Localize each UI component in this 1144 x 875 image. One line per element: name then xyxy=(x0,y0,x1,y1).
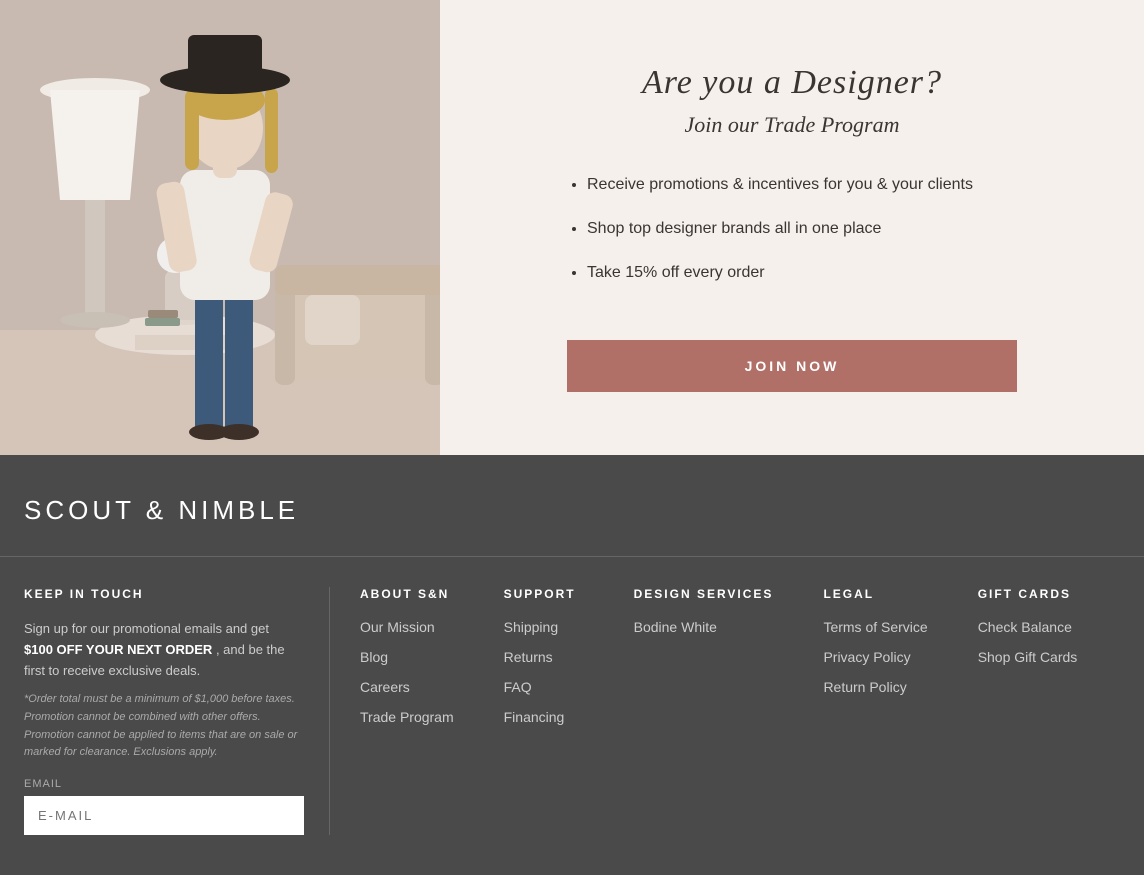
support-link-2[interactable]: FAQ xyxy=(504,679,584,695)
keep-in-touch-text1: Sign up for our promotional emails and g… xyxy=(24,621,269,636)
legal-title: LEGAL xyxy=(823,587,927,601)
legal-link-1[interactable]: Privacy Policy xyxy=(823,649,927,665)
benefits-list: Receive promotions & incentives for you … xyxy=(567,173,1017,305)
legal-link-2[interactable]: Return Policy xyxy=(823,679,927,695)
benefit-item-3: Take 15% off every order xyxy=(587,261,1017,285)
legal-link-0[interactable]: Terms of Service xyxy=(823,619,927,635)
keep-in-touch-fine-print: *Order total must be a minimum of $1,000… xyxy=(24,691,299,761)
top-section: Are you a Designer? Join our Trade Progr… xyxy=(0,0,1144,455)
about-link-0[interactable]: Our Mission xyxy=(360,619,454,635)
keep-in-touch-description: Sign up for our promotional emails and g… xyxy=(24,619,299,681)
email-input[interactable] xyxy=(24,796,304,835)
footer-legal: LEGAL Terms of Service Privacy Policy Re… xyxy=(793,587,947,835)
design-services-title: DESIGN SERVICES xyxy=(634,587,774,601)
footer-support: SUPPORT Shipping Returns FAQ Financing xyxy=(474,587,604,835)
email-label: Email xyxy=(24,778,299,790)
footer-keep-in-touch: KEEP IN TOUCH Sign up for our promotiona… xyxy=(0,587,330,835)
footer-gift-cards: GIFT CARDS Check Balance Shop Gift Cards xyxy=(948,587,1098,835)
gift-cards-title: GIFT CARDS xyxy=(978,587,1078,601)
support-link-3[interactable]: Financing xyxy=(504,709,584,725)
hero-title: Are you a Designer? xyxy=(642,64,942,102)
join-now-button[interactable]: JOIN NOW xyxy=(567,340,1017,392)
footer-columns: KEEP IN TOUCH Sign up for our promotiona… xyxy=(0,587,1144,835)
about-link-2[interactable]: Careers xyxy=(360,679,454,695)
support-title: SUPPORT xyxy=(504,587,584,601)
hero-image xyxy=(0,0,440,455)
footer-divider xyxy=(0,556,1144,557)
keep-in-touch-highlight: $100 OFF YOUR NEXT ORDER xyxy=(24,642,212,657)
footer-about: ABOUT S&N Our Mission Blog Careers Trade… xyxy=(330,587,474,835)
benefit-item-1: Receive promotions & incentives for you … xyxy=(587,173,1017,197)
footer-design-services: DESIGN SERVICES Bodine White xyxy=(604,587,794,835)
about-link-1[interactable]: Blog xyxy=(360,649,454,665)
footer-logo: SCOUT & NIMBLE xyxy=(0,495,1144,556)
trade-subtitle: Join our Trade Program xyxy=(685,112,900,138)
keep-in-touch-title: KEEP IN TOUCH xyxy=(24,587,299,601)
about-link-3[interactable]: Trade Program xyxy=(360,709,454,725)
about-title: ABOUT S&N xyxy=(360,587,454,601)
hero-content: Are you a Designer? Join our Trade Progr… xyxy=(440,0,1144,455)
support-link-0[interactable]: Shipping xyxy=(504,619,584,635)
gift-cards-link-0[interactable]: Check Balance xyxy=(978,619,1078,635)
footer-links-grid: ABOUT S&N Our Mission Blog Careers Trade… xyxy=(330,587,1144,835)
benefit-item-2: Shop top designer brands all in one plac… xyxy=(587,217,1017,241)
hero-image-placeholder xyxy=(0,0,440,455)
support-link-1[interactable]: Returns xyxy=(504,649,584,665)
hero-illustration xyxy=(0,0,440,455)
footer: SCOUT & NIMBLE KEEP IN TOUCH Sign up for… xyxy=(0,455,1144,875)
design-services-link-0[interactable]: Bodine White xyxy=(634,619,774,635)
gift-cards-link-1[interactable]: Shop Gift Cards xyxy=(978,649,1078,665)
